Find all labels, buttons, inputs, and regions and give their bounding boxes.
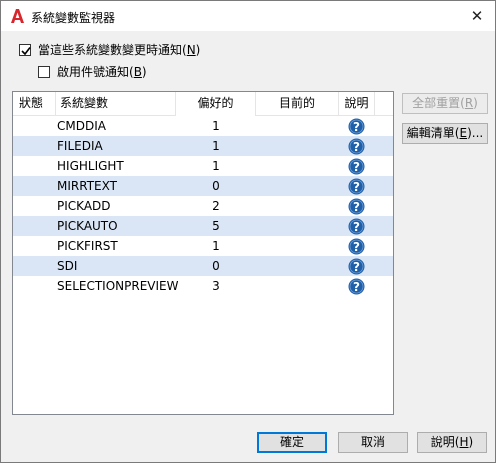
help-question-icon[interactable]: ? (348, 198, 365, 215)
sysvar-name-cell: PICKAUTO (57, 219, 118, 233)
svg-text:?: ? (353, 160, 360, 174)
sysvar-name-cell: CMDDIA (57, 119, 106, 133)
status-cell (13, 216, 56, 236)
help-question-icon[interactable]: ? (348, 238, 365, 255)
col-current[interactable]: 目前的 (256, 92, 339, 115)
status-cell (13, 156, 56, 176)
table-row[interactable]: FILEDIA 1? (13, 136, 393, 156)
balloon-checkbox[interactable] (38, 65, 50, 78)
autocad-app-icon (11, 9, 24, 23)
preferred-value-cell[interactable]: 1 (176, 116, 256, 136)
preferred-value-cell[interactable]: 3 (176, 276, 256, 296)
svg-text:?: ? (353, 220, 360, 234)
current-value-cell (256, 116, 339, 136)
help-button[interactable]: 說明(H) (417, 432, 487, 453)
ok-button[interactable]: 確定 (257, 432, 327, 453)
status-cell (13, 256, 56, 276)
svg-text:?: ? (353, 280, 360, 294)
preferred-value-cell[interactable]: 0 (176, 176, 256, 196)
current-value-cell (256, 176, 339, 196)
table-row[interactable]: PICKADD 2? (13, 196, 393, 216)
svg-text:?: ? (353, 120, 360, 134)
svg-text:?: ? (353, 200, 360, 214)
help-question-icon[interactable]: ? (348, 218, 365, 235)
sysvar-name-cell: HIGHLIGHT (57, 159, 124, 173)
table-row[interactable]: PICKFIRST 1? (13, 236, 393, 256)
svg-text:?: ? (353, 180, 360, 194)
dialog-window: 系統變數監視器 ✕ 當這些系統變數變更時通知(N) 啟用件號通知(B) 狀態 系… (0, 0, 496, 463)
col-preferred[interactable]: 偏好的 (176, 92, 256, 115)
balloon-label: 啟用件號通知(B) (57, 65, 147, 79)
preferred-value-cell[interactable]: 0 (176, 256, 256, 276)
status-cell (13, 136, 56, 156)
current-value-cell (256, 136, 339, 156)
window-title: 系統變數監視器 (31, 11, 116, 25)
status-cell (13, 196, 56, 216)
current-value-cell (256, 256, 339, 276)
table-row[interactable]: SDI 0? (13, 256, 393, 276)
current-value-cell (256, 156, 339, 176)
table-row[interactable]: MIRRTEXT 0? (13, 176, 393, 196)
col-sysvar[interactable]: 系統變數 (56, 92, 176, 115)
help-question-icon[interactable]: ? (348, 118, 365, 135)
cancel-button[interactable]: 取消 (338, 432, 408, 453)
svg-text:?: ? (353, 140, 360, 154)
sysvar-name-cell: SELECTIONPREVIEW (57, 279, 179, 293)
table-row[interactable]: SELECTIONPREVIEW 3? (13, 276, 393, 296)
help-question-icon[interactable]: ? (348, 178, 365, 195)
svg-text:?: ? (353, 240, 360, 254)
preferred-value-cell[interactable]: 5 (176, 216, 256, 236)
svg-text:?: ? (353, 260, 360, 274)
notify-option[interactable]: 當這些系統變數變更時通知(N) (19, 41, 200, 58)
reset-all-button[interactable]: 全部重置(R) (402, 93, 488, 114)
sysvar-name-cell: FILEDIA (57, 139, 103, 153)
notify-checkbox[interactable] (19, 43, 31, 56)
current-value-cell (256, 236, 339, 256)
list-header: 狀態 系統變數 偏好的 目前的 說明 (13, 92, 393, 116)
help-question-icon[interactable]: ? (348, 278, 365, 295)
help-question-icon[interactable]: ? (348, 138, 365, 155)
current-value-cell (256, 196, 339, 216)
preferred-value-cell[interactable]: 1 (176, 136, 256, 156)
title-bar: 系統變數監視器 ✕ (1, 1, 495, 31)
help-question-icon[interactable]: ? (348, 158, 365, 175)
edit-list-button[interactable]: 編輯清單(E)... (402, 123, 488, 144)
table-row[interactable]: CMDDIA 1? (13, 115, 393, 136)
sysvar-name-cell: SDI (57, 259, 78, 273)
status-cell (13, 236, 56, 256)
sysvar-name-cell: PICKADD (57, 199, 111, 213)
help-question-icon[interactable]: ? (348, 258, 365, 275)
col-help[interactable]: 說明 (339, 92, 375, 115)
close-icon[interactable]: ✕ (459, 1, 495, 31)
sysvar-name-cell: MIRRTEXT (57, 179, 117, 193)
status-cell (13, 276, 56, 296)
status-cell (13, 116, 56, 136)
notify-label: 當這些系統變數變更時通知(N) (38, 43, 201, 57)
balloon-option[interactable]: 啟用件號通知(B) (38, 63, 147, 80)
preferred-value-cell[interactable]: 1 (176, 236, 256, 256)
sysvar-name-cell: PICKFIRST (57, 239, 118, 253)
preferred-value-cell[interactable]: 2 (176, 196, 256, 216)
status-cell (13, 176, 56, 196)
table-row[interactable]: PICKAUTO 5? (13, 216, 393, 236)
preferred-value-cell[interactable]: 1 (176, 156, 256, 176)
current-value-cell (256, 216, 339, 236)
current-value-cell (256, 276, 339, 296)
sysvar-list[interactable]: 狀態 系統變數 偏好的 目前的 說明 CMDDIA 1? FILEDIA 1? HIGH… (12, 91, 394, 415)
checkmark-icon (21, 46, 31, 55)
table-row[interactable]: HIGHLIGHT 1? (13, 156, 393, 176)
col-status[interactable]: 狀態 (13, 92, 56, 115)
